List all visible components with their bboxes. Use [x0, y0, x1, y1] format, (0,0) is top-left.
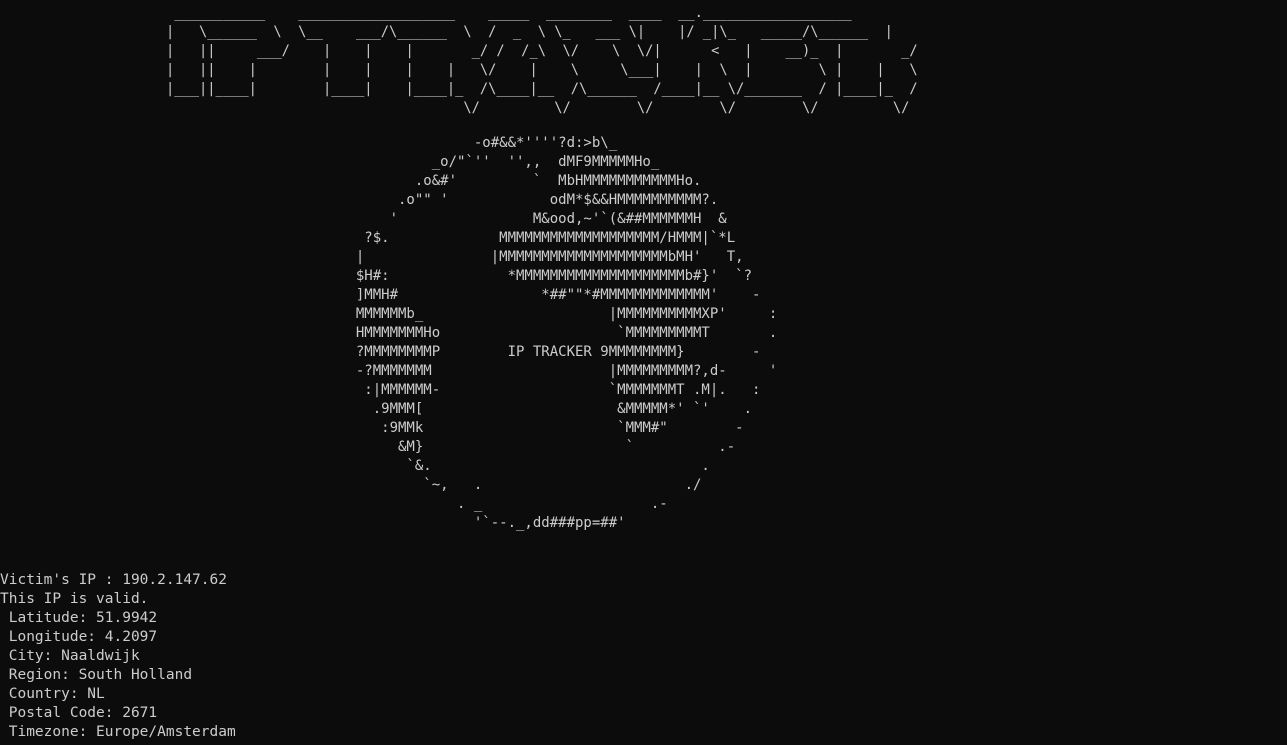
globe-line: -?MMMMMMM |MMMMMMMMM?,d- ' — [339, 363, 778, 379]
globe-line: :|MMMMMM- `MMMMMMMT .M|. : — [339, 382, 761, 398]
banner-line: \/ \/ \/ \/ \/ \/ — [166, 100, 910, 116]
banner-line: | || ___/ | | | _/ / /_\ \/ \ \/| < | __… — [166, 43, 918, 59]
victim-ip-line: Victim's IP : 190.2.147.62 — [0, 572, 227, 588]
globe-line: .o"" ' odM*$&&HMMMMMMMMMM?. — [339, 192, 719, 208]
globe-line: ?$. MMMMMMMMMMMMMMMMMMM/HMMM|`*L — [339, 230, 736, 246]
globe-line: ' M&ood,~'`(&##MMMMMMH & — [339, 211, 727, 227]
latitude-line: Latitude: 51.9942 — [0, 610, 158, 626]
terminal-window[interactable]: ___________ ___________________ _____ __… — [0, 0, 1287, 745]
timezone-line: Timezone: Europe/Amsterdam — [0, 724, 236, 740]
tracker-output: Victim's IP : 190.2.147.62 This IP is va… — [0, 571, 236, 742]
ip-valid-line: This IP is valid. — [0, 591, 149, 607]
banner-line: | \______ \ \__ ___/\______ \ / _ \ \_ _… — [166, 24, 893, 40]
longitude-line: Longitude: 4.2097 — [0, 629, 158, 645]
globe-line: &M} ` .- — [339, 439, 736, 455]
globe-line: . _ .- — [339, 496, 668, 512]
globe-line: '`--._,dd###pp=##' — [339, 515, 626, 531]
globe-line: | |MMMMMMMMMMMMMMMMMMMMbMH' T, — [339, 249, 744, 265]
banner-line: ___________ ___________________ _____ __… — [166, 5, 852, 21]
globe-line: MMMMMMb_ |MMMMMMMMMMXP' : — [339, 306, 778, 322]
globe-line: ?MMMMMMMMP IP TRACKER 9MMMMMMMM} - — [339, 344, 761, 360]
ascii-banner: ___________ ___________________ _____ __… — [166, 4, 918, 118]
globe-line: `&. . — [339, 458, 710, 474]
globe-line: HMMMMMMMHo `MMMMMMMMMT . — [339, 325, 778, 341]
globe-line: :9MMk `MMM#" - — [339, 420, 744, 436]
country-line: Country: NL — [0, 686, 105, 702]
globe-line: ]MMH# *##""*#MMMMMMMMMMMMM' - — [339, 287, 761, 303]
globe-line: .9MMM[ &MMMMM*' `' . — [339, 401, 753, 417]
banner-line: |___||____| |____| |____|_ /\____|__ /\_… — [166, 81, 918, 97]
city-line: City: Naaldwijk — [0, 648, 140, 664]
globe-line: -o#&&*''''?d:>b\_ — [339, 135, 618, 151]
globe-line: .o&#' ` MbHMMMMMMMMMMMHo. — [339, 173, 702, 189]
postal-code-line: Postal Code: 2671 — [0, 705, 158, 721]
region-line: Region: South Holland — [0, 667, 193, 683]
globe-line: $H#: *MMMMMMMMMMMMMMMMMMMMb#}' `? — [339, 268, 753, 284]
globe-line: `~, . ./ — [339, 477, 702, 493]
banner-line: | || | | | | | \/ | \ \___| | \ | \ | | … — [166, 62, 918, 78]
globe-line: _o/"`'' '',, dMF9MMMMMHo_ — [339, 154, 660, 170]
ascii-globe: -o#&&*''''?d:>b\_ _o/"`'' '',, dMF9MMMMM… — [339, 134, 777, 533]
